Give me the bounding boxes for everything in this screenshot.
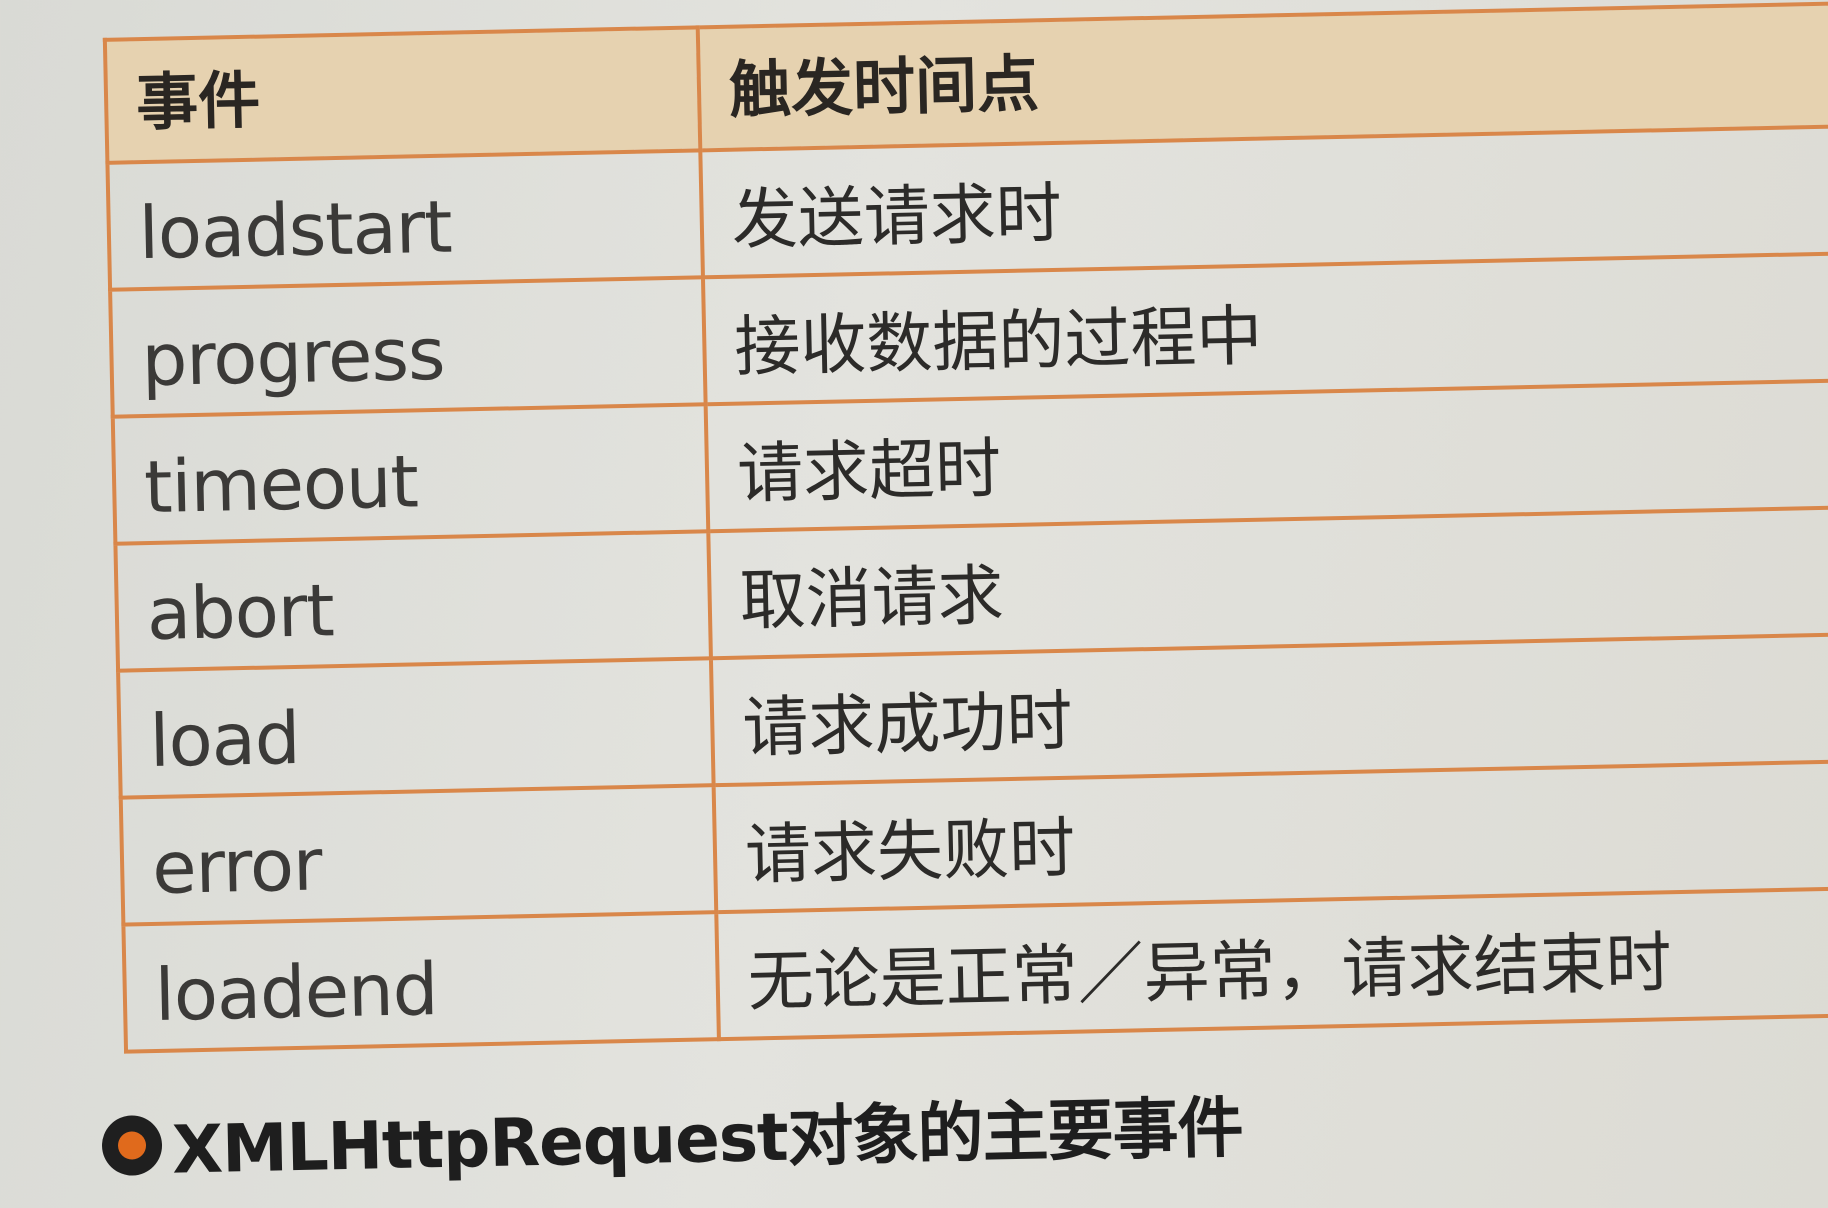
events-table: 事件 触发时间点 loadstart 发送请求时 progress 接收数据的过…	[103, 1, 1828, 1054]
event-timing: 请求超时	[705, 379, 1828, 532]
event-name: progress	[110, 277, 706, 417]
bullet-icon	[101, 1114, 163, 1177]
header-event: 事件	[104, 27, 701, 163]
event-timing: 取消请求	[708, 506, 1828, 659]
caption-text: XMLHttpRequest对象的主要事件	[171, 1089, 1244, 1189]
header-timing: 触发时间点	[697, 2, 1828, 151]
event-name: loadend	[123, 912, 719, 1052]
event-name: loadstart	[107, 150, 703, 290]
event-timing: 请求成功时	[710, 633, 1828, 786]
event-timing: 请求失败时	[713, 760, 1828, 913]
event-timing: 无论是正常／异常，请求结束时	[716, 887, 1828, 1040]
event-name: abort	[115, 531, 711, 671]
table-caption: XMLHttpRequest对象的主要事件	[101, 1074, 1243, 1194]
event-timing: 接收数据的过程中	[702, 252, 1828, 405]
event-name: timeout	[112, 404, 709, 544]
book-page: 事件 触发时间点 loadstart 发送请求时 progress 接收数据的过…	[0, 0, 1828, 1208]
event-timing: 发送请求时	[700, 125, 1828, 278]
event-name: load	[118, 658, 714, 798]
event-name: error	[120, 785, 717, 925]
